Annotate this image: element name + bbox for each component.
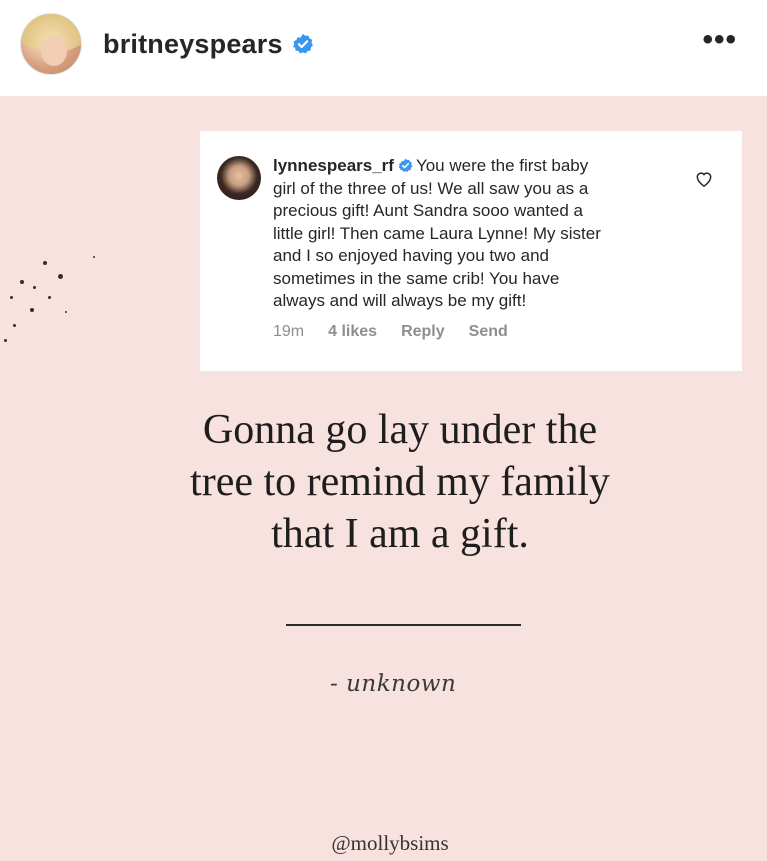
divider-line <box>286 624 521 626</box>
post-image: lynnespears_rf You were the first baby gi… <box>0 96 767 861</box>
decorative-speck <box>30 308 34 312</box>
send-button[interactable]: Send <box>469 323 508 341</box>
quote-attribution: - unknown <box>330 671 457 697</box>
comment-time: 19m <box>273 323 305 340</box>
comment-line: precious gift! Aunt Sandra sooo wanted a <box>273 201 583 220</box>
profile-avatar[interactable] <box>20 13 82 75</box>
decorative-speck <box>20 280 24 284</box>
quote-line: that I am a gift. <box>271 511 529 557</box>
verified-badge-icon <box>398 158 413 172</box>
comment-line: sometimes in the same crib! You have <box>273 268 560 288</box>
comment-line: always and will always be my gift! <box>273 291 527 310</box>
comment-line: little girl! Then came Laura Lynne! My s… <box>273 223 601 243</box>
comment-line: girl of the three of us! We all saw you … <box>273 178 589 198</box>
username-link[interactable]: britneyspears <box>103 29 283 60</box>
comment-line: and I so enjoyed having you two and <box>273 246 549 265</box>
comment-likes[interactable]: 4 likes <box>328 323 377 341</box>
decorative-speck <box>93 256 95 258</box>
decorative-speck <box>33 286 36 289</box>
comment-text: lynnespears_rf You were the first baby gi… <box>273 155 673 313</box>
comment-card: lynnespears_rf You were the first baby gi… <box>200 131 742 371</box>
decorative-speck <box>58 274 63 279</box>
verified-badge-icon <box>292 33 313 54</box>
decorative-speck <box>4 339 7 342</box>
creator-handle: @mollybsims <box>331 831 449 855</box>
quote-text: Gonna go lay under the tree to remind my… <box>0 404 767 560</box>
comment-meta: 19m 4 likes Reply Send <box>273 323 532 341</box>
post-header: britneyspears ••• <box>0 0 767 96</box>
username-row: britneyspears <box>103 26 314 62</box>
commenter-username[interactable]: lynnespears_rf <box>273 156 394 175</box>
commenter-avatar[interactable] <box>217 156 261 200</box>
quote-line: Gonna go lay under the <box>202 407 598 453</box>
reply-button[interactable]: Reply <box>401 323 445 341</box>
avatar-face <box>41 36 67 66</box>
decorative-speck <box>13 324 16 327</box>
quote-line: tree to remind my family <box>190 459 610 505</box>
comment-line: You were the first baby <box>415 156 589 175</box>
decorative-speck <box>43 261 47 265</box>
decorative-speck <box>10 296 13 299</box>
heart-icon[interactable] <box>694 169 714 189</box>
decorative-speck <box>65 311 67 313</box>
more-options-button[interactable]: ••• <box>702 25 737 55</box>
decorative-speck <box>48 296 51 299</box>
